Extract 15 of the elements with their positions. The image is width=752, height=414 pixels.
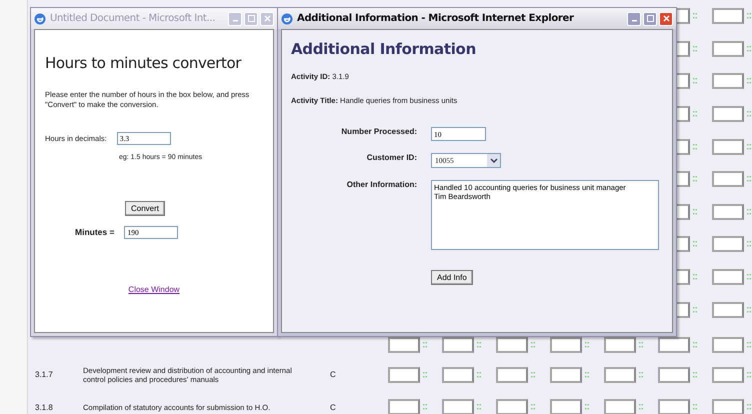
activity-code: 3.1.7	[35, 370, 54, 380]
activity-code: 3.1.8	[35, 402, 54, 412]
info-heading: Additional Information	[291, 40, 477, 58]
number-processed-label: Number Processed:	[340, 127, 417, 136]
window-title: Additional Information - Microsoft Internet Explorer	[297, 13, 575, 24]
minutes-label: Minutes =	[75, 227, 114, 237]
activity-rating: C	[329, 370, 337, 380]
activity-rating: C	[329, 402, 337, 412]
customer-id-label: Customer ID:	[366, 153, 417, 162]
add-info-button[interactable]: Add Info	[431, 270, 473, 285]
close-window-link[interactable]: Close Window	[128, 284, 180, 294]
other-information-label: Other Information:	[346, 180, 417, 189]
window-title: Untitled Document - Microsoft Int...	[50, 13, 216, 24]
converter-heading: Hours to minutes convertor	[45, 54, 242, 72]
convert-button[interactable]: Convert	[125, 200, 166, 216]
